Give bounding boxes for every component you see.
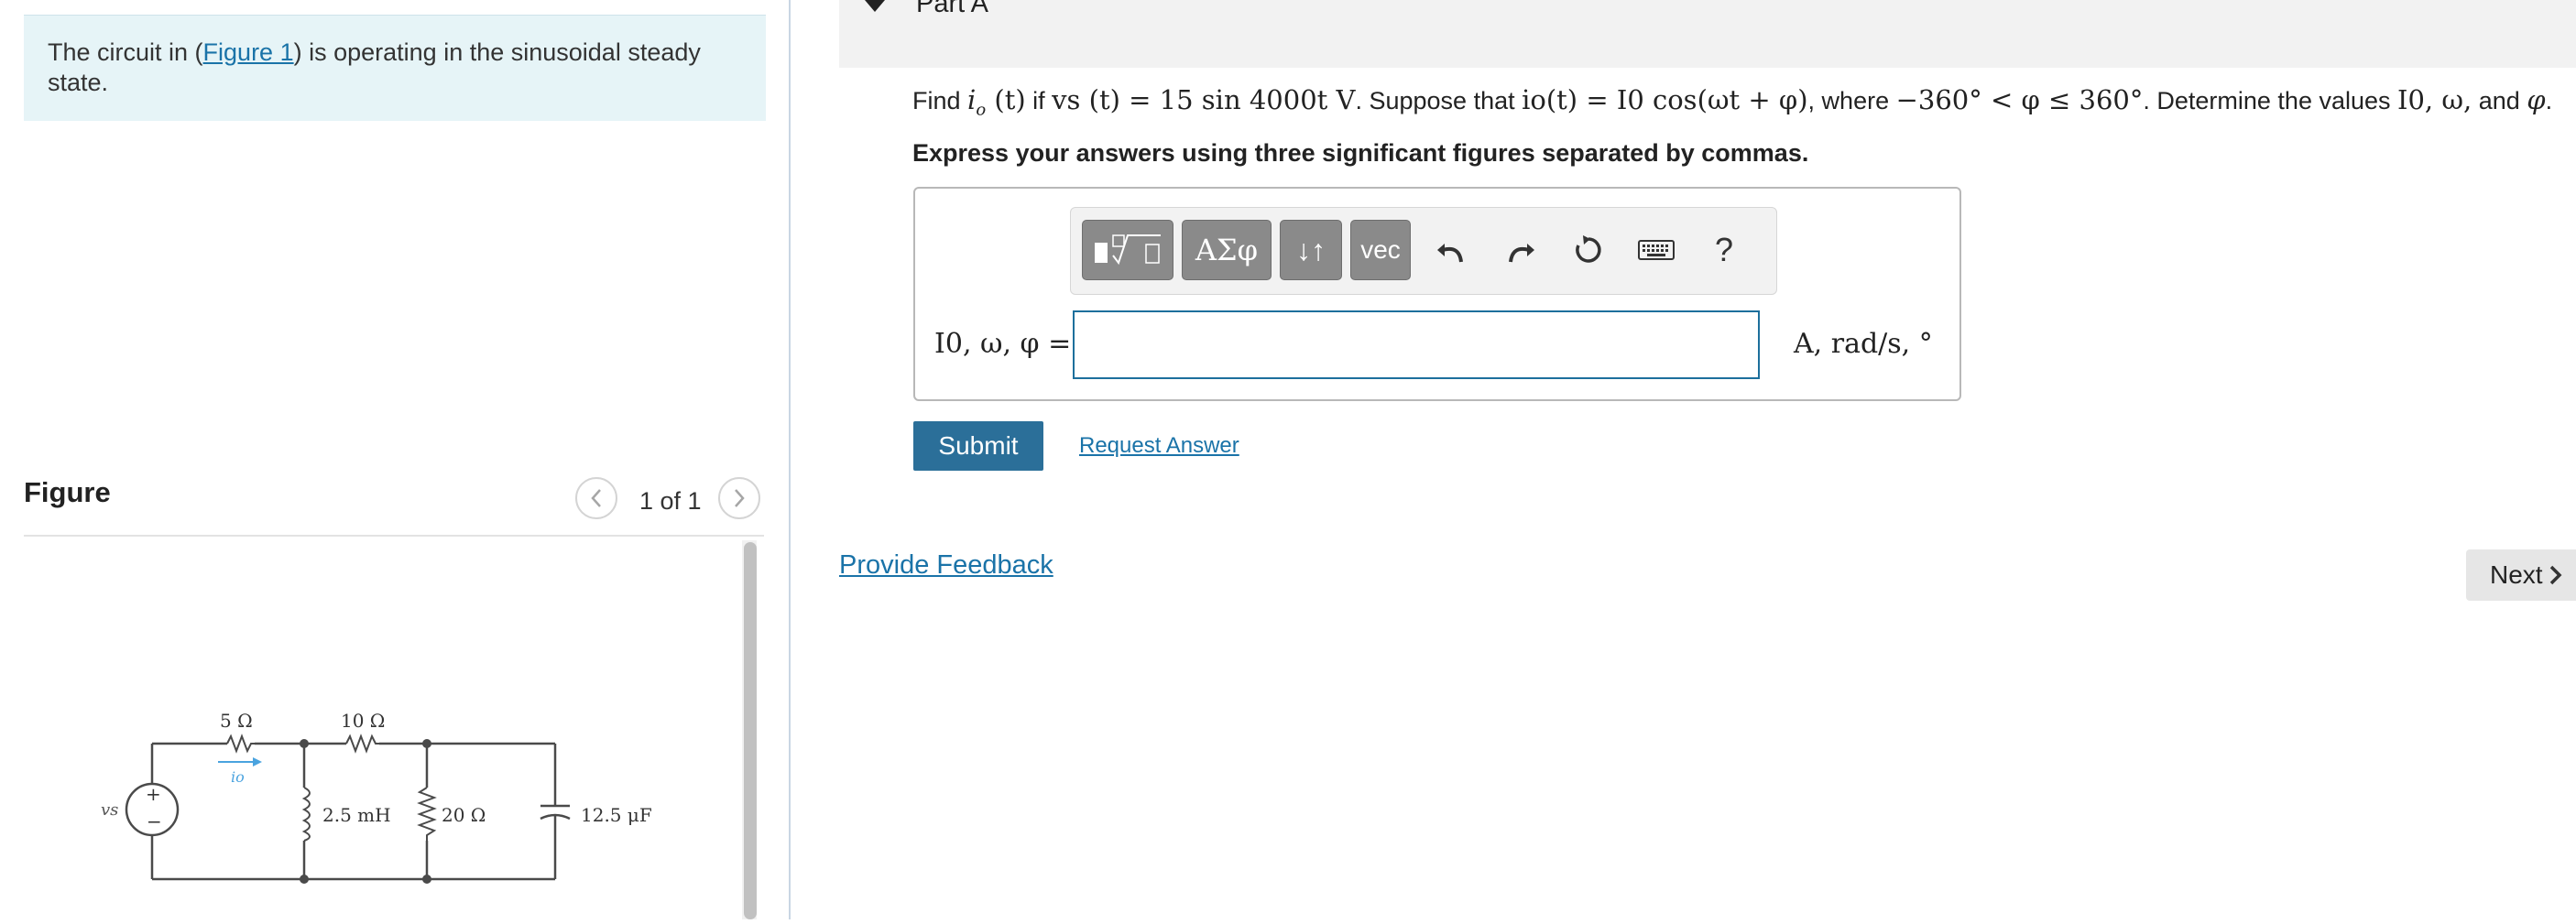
part-title[interactable]: Part A bbox=[916, 0, 988, 19]
q-vars: I0, ω, bbox=[2397, 84, 2472, 115]
reset-icon bbox=[1576, 235, 1601, 263]
q-phi: φ bbox=[2527, 84, 2546, 115]
current-label: io bbox=[231, 768, 245, 786]
answer-units: A, rad/s, ° bbox=[1794, 328, 1933, 360]
problem-pane: The circuit in (Figure 1) is operating i… bbox=[0, 0, 790, 919]
help-button[interactable]: ? bbox=[1700, 227, 1748, 273]
next-figure-button[interactable] bbox=[718, 477, 760, 519]
keyboard-icon bbox=[1638, 240, 1675, 260]
r2-label: 10 Ω bbox=[341, 710, 385, 732]
chevron-left-icon bbox=[591, 489, 601, 507]
q-and: and bbox=[2472, 87, 2527, 114]
chevron-right-icon bbox=[735, 489, 745, 507]
next-button-label: Next bbox=[2490, 560, 2543, 589]
keyboard-button[interactable] bbox=[1632, 227, 1680, 273]
circuit-diagram: + − vs 5 Ω io 10 Ω 2.5 mH 20 Ω 12.5 μF bbox=[101, 710, 652, 884]
capacitor: 12.5 μF bbox=[540, 804, 652, 826]
undo-button[interactable] bbox=[1427, 227, 1475, 273]
intro-text-start: The circuit in ( bbox=[48, 38, 203, 66]
q-period: . bbox=[2545, 87, 2553, 114]
q-if: if bbox=[1025, 87, 1053, 114]
r3-label: 20 Ω bbox=[442, 804, 486, 826]
reset-button[interactable] bbox=[1565, 227, 1612, 273]
vector-button[interactable]: vec bbox=[1350, 220, 1411, 280]
provide-feedback-link[interactable]: Provide Feedback bbox=[839, 550, 1053, 581]
answer-instruction: Express your answers using three signifi… bbox=[912, 139, 1809, 167]
inductor-label: 2.5 mH bbox=[322, 804, 391, 826]
voltage-source: + − vs bbox=[101, 782, 180, 837]
q-find: Find bbox=[912, 87, 968, 114]
next-button[interactable]: Next bbox=[2466, 549, 2576, 601]
source-label: vs bbox=[101, 800, 118, 820]
templates-icon bbox=[1095, 234, 1161, 266]
answer-variables-label: I0, ω, φ = bbox=[934, 328, 1072, 360]
caret-down-icon[interactable] bbox=[865, 0, 885, 12]
resistor-5-ohm: 5 Ω io bbox=[218, 710, 262, 786]
q-io-expression: io(t) = I0 cos(ωt + φ) bbox=[1522, 84, 1808, 115]
pane-divider[interactable] bbox=[789, 0, 791, 919]
chevron-right-icon bbox=[2549, 565, 2562, 585]
q-where: , where bbox=[1807, 87, 1896, 114]
q-range: −360° < φ ≤ 360° bbox=[1895, 84, 2144, 115]
part-header[interactable] bbox=[839, 0, 2576, 68]
figure-scrollbar-thumb[interactable] bbox=[744, 542, 757, 919]
submit-button[interactable]: Submit bbox=[913, 421, 1043, 471]
redo-icon bbox=[1509, 244, 1534, 263]
q-io-sub: o bbox=[976, 100, 987, 120]
capacitor-label: 12.5 μF bbox=[581, 804, 652, 826]
answer-input[interactable] bbox=[1073, 310, 1760, 379]
q-determine: . Determine the values bbox=[2143, 87, 2398, 114]
figure-counter: 1 of 1 bbox=[639, 487, 702, 515]
figure-viewport: + − vs 5 Ω io 10 Ω 2.5 mH 20 Ω 12.5 μF bbox=[24, 538, 738, 919]
question-text: Find io (t) if vs (t) = 15 sin 4000t V. … bbox=[912, 84, 2552, 119]
undo-icon bbox=[1437, 244, 1463, 263]
q-t: (t) bbox=[986, 84, 1026, 115]
previous-figure-button[interactable] bbox=[575, 477, 617, 519]
problem-intro: The circuit in (Figure 1) is operating i… bbox=[24, 15, 766, 121]
q-io-symbol: i bbox=[967, 84, 977, 115]
figure-heading: Figure bbox=[24, 476, 111, 508]
arrows-button[interactable]: ↓↑ bbox=[1280, 220, 1342, 280]
figure-divider bbox=[24, 535, 764, 537]
source-plus: + bbox=[146, 783, 161, 805]
request-answer-link[interactable]: Request Answer bbox=[1079, 433, 1239, 459]
q-vs-expression: vs (t) = 15 sin 4000t V bbox=[1052, 84, 1356, 115]
r1-label: 5 Ω bbox=[220, 710, 253, 732]
figure-link[interactable]: Figure 1 bbox=[203, 38, 294, 66]
resistor-20-ohm: 20 Ω bbox=[417, 787, 486, 841]
resistor-10-ohm: 10 Ω bbox=[341, 710, 385, 754]
templates-button[interactable] bbox=[1082, 220, 1173, 280]
greek-symbols-button[interactable]: ΑΣφ bbox=[1182, 220, 1272, 280]
source-minus: − bbox=[147, 810, 162, 832]
q-suppose: . Suppose that bbox=[1355, 87, 1523, 114]
redo-button[interactable] bbox=[1497, 227, 1545, 273]
inductor: 2.5 mH bbox=[301, 787, 391, 842]
